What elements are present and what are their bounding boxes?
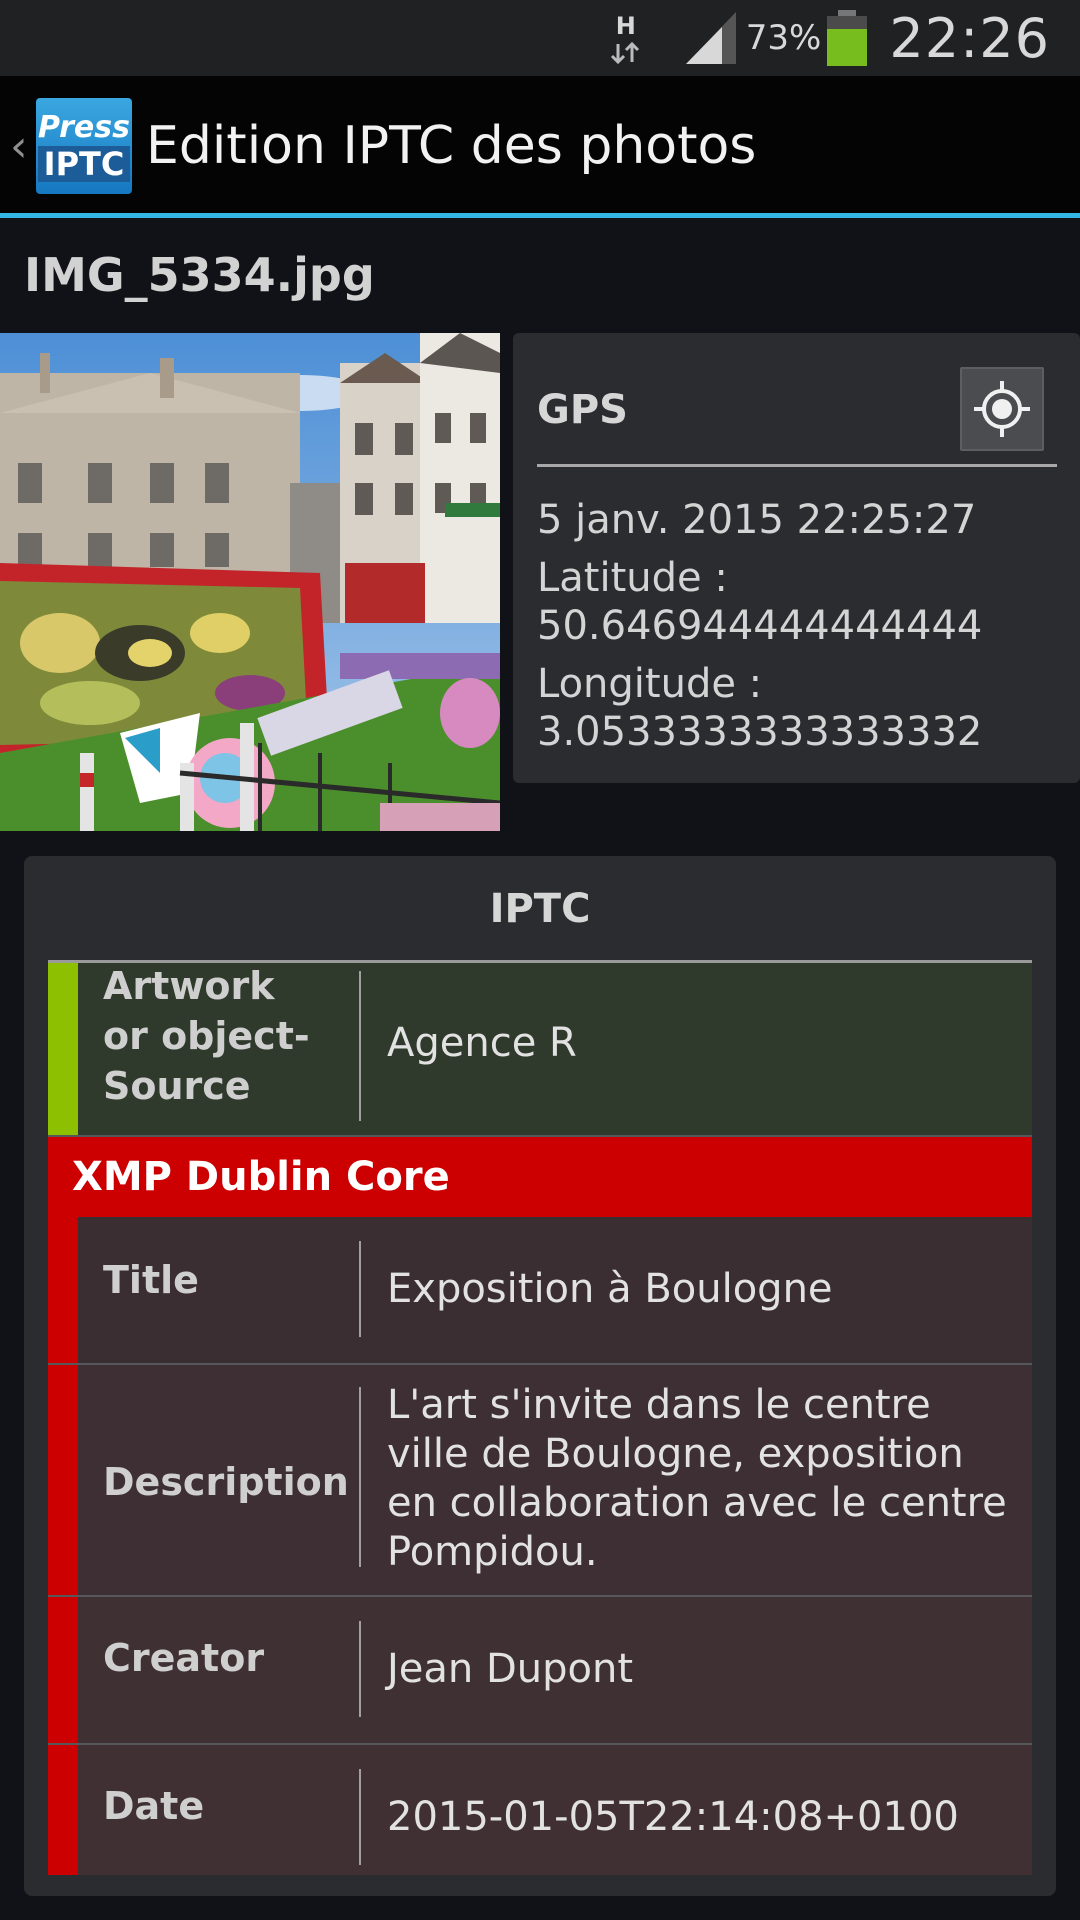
row-color-bar: [48, 963, 78, 1135]
back-chevron-icon[interactable]: ‹: [10, 121, 36, 172]
network-type-indicator: H: [608, 8, 648, 68]
gps-card: GPS 5 janv. 2015 22:25:27 Latitude : 50.…: [513, 333, 1080, 783]
clock: 22:26: [889, 6, 1050, 70]
app-logo[interactable]: Press IPTC: [36, 98, 132, 194]
field-value: 2015-01-05T22:14:08+0100: [387, 1794, 959, 1840]
gps-datetime: 5 janv. 2015 22:25:27: [537, 497, 977, 543]
longitude-label: Longitude :: [537, 661, 763, 707]
app-logo-text-iptc: IPTC: [37, 146, 131, 182]
xmp-row-creator[interactable]: Creator Jean Dupont: [48, 1597, 1032, 1745]
latitude-label: Latitude :: [537, 555, 728, 601]
iptc-row-artwork-source[interactable]: Artwork or object-Source Agence R: [48, 963, 1032, 1137]
locate-crosshair-icon: [974, 381, 1030, 437]
page-title: Edition IPTC des photos: [146, 116, 757, 176]
field-label: Creator: [103, 1636, 265, 1680]
gps-divider: [537, 464, 1057, 467]
iptc-panel: IPTC Artwork or object-Source Agence R X…: [24, 856, 1056, 1896]
iptc-title: IPTC: [489, 886, 591, 932]
network-type-label: H: [615, 12, 636, 40]
field-separator: [359, 1241, 361, 1337]
file-name: IMG_5334.jpg: [24, 248, 375, 302]
field-separator: [359, 1769, 361, 1865]
app-logo-text-press: Press: [38, 110, 130, 145]
status-bar: H 73% 22:26: [0, 0, 1080, 76]
row-color-bar: [48, 1745, 78, 1875]
row-color-bar: [48, 1365, 78, 1595]
field-value: L'art s'invite dans le centre ville de B…: [387, 1382, 1007, 1575]
field-label: Date: [103, 1784, 205, 1828]
field-separator: [359, 1621, 361, 1717]
row-color-bar: [48, 1217, 78, 1363]
gps-label: GPS: [537, 387, 628, 433]
section-header-xmp-dublin-core[interactable]: XMP Dublin Core: [48, 1137, 1032, 1217]
photo-image: [0, 333, 500, 831]
photo-thumbnail[interactable]: [0, 333, 500, 831]
xmp-row-date[interactable]: Date 2015-01-05T22:14:08+0100: [48, 1745, 1032, 1875]
battery-percent: 73%: [745, 18, 822, 58]
field-label: Artwork or object-Source: [103, 964, 310, 1108]
action-bar-accent-divider: [0, 213, 1080, 218]
xmp-row-description[interactable]: Description L'art s'invite dans le centr…: [48, 1365, 1032, 1597]
xmp-row-title[interactable]: Title Exposition à Boulogne: [48, 1217, 1032, 1365]
data-arrows-icon: [610, 42, 639, 64]
field-separator: [359, 971, 361, 1121]
action-bar: ‹ Press IPTC Edition IPTC des photos: [0, 76, 1080, 216]
field-label: Description: [103, 1460, 349, 1504]
row-color-bar: [48, 1597, 78, 1743]
signal-strength-icon: [685, 12, 736, 64]
longitude-value: 3.0533333333333332: [537, 709, 983, 755]
field-label: Title: [103, 1258, 199, 1302]
latitude-value: 50.646944444444444: [537, 603, 983, 649]
field-value: Agence R: [387, 1020, 577, 1066]
field-separator: [359, 1387, 361, 1567]
locate-button[interactable]: [960, 367, 1044, 451]
battery-icon: [827, 10, 868, 66]
field-value: Jean Dupont: [387, 1646, 634, 1692]
field-value: Exposition à Boulogne: [387, 1266, 833, 1312]
